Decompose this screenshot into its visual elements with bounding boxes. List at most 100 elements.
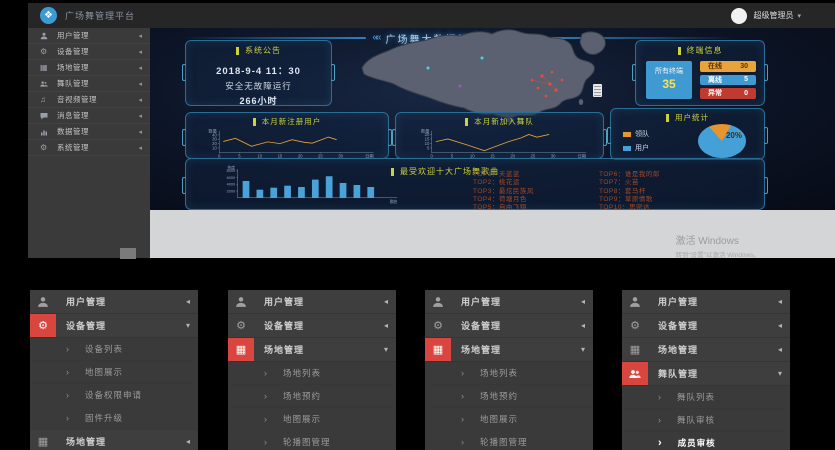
submenu-item-成员审核[interactable]: ›成员审核 — [622, 432, 790, 450]
terminal-stat-异常: 异常 0 — [700, 88, 756, 99]
menu-item-label: 用户管理 — [658, 295, 778, 308]
sidebar-item-1[interactable]: ⚙设备管理◂ — [28, 44, 150, 60]
scrollbar-thumb[interactable] — [120, 248, 136, 259]
submenu-arrow-icon: › — [461, 368, 464, 378]
submenu-item-地图展示[interactable]: ›地图展示 — [228, 408, 396, 431]
svg-text:热度: 热度 — [228, 165, 236, 170]
caret-left-icon: ◂ — [384, 321, 388, 330]
menu-item-用户管理[interactable]: 用户管理◂ — [622, 290, 790, 314]
submenu-arrow-icon: › — [461, 391, 464, 401]
all-terminals-value: 35 — [662, 77, 675, 92]
menu-item-用户管理[interactable]: 用户管理◂ — [30, 290, 198, 314]
submenu-item-label: 固件升级 — [85, 412, 123, 424]
sidebar-item-4[interactable]: ♫音视频管理◂ — [28, 92, 150, 108]
menu-item-设备管理[interactable]: ⚙设备管理▾ — [30, 314, 198, 338]
caret-left-icon: ◂ — [581, 297, 585, 306]
submenu-item-label: 轮播图管理 — [283, 436, 331, 448]
submenu-item-地图展示[interactable]: ›地图展示 — [30, 361, 198, 384]
terminal-stat-label: 异常 — [708, 88, 722, 98]
sidebar-item-label: 舞队管理 — [57, 78, 138, 89]
svg-text:10: 10 — [212, 145, 217, 150]
submenu-item-label: 舞队审核 — [677, 414, 715, 426]
user-menu[interactable]: 超级管理员 ▾ — [731, 8, 801, 24]
submenu-item-场地列表[interactable]: ›场地列表 — [228, 362, 396, 385]
menu-item-用户管理[interactable]: 用户管理◂ — [228, 290, 396, 314]
submenu-item-场地预约[interactable]: ›场地预约 — [425, 385, 593, 408]
user-stats-pie-chart — [698, 124, 746, 158]
menu-item-设备管理[interactable]: ⚙设备管理◂ — [425, 314, 593, 338]
team-icon — [622, 362, 648, 385]
caret-left-icon: ◂ — [384, 297, 388, 306]
menu-panel-3: 用户管理◂⚙设备管理◂▦场地管理▾›场地列表›场地预约›地图展示›轮播图管理 — [425, 290, 593, 450]
device-icon: ⚙ — [425, 314, 451, 337]
svg-text:6000: 6000 — [227, 176, 235, 180]
caret-down-icon: ▾ — [186, 321, 190, 330]
menu-item-场地管理[interactable]: ▦场地管理▾ — [425, 338, 593, 362]
activate-line2: 转到“设置”以激活 Windows。 — [675, 249, 760, 259]
svg-text:4000: 4000 — [227, 183, 235, 187]
svg-text:歌曲: 歌曲 — [390, 199, 398, 204]
sidebar-item-5[interactable]: 消息管理◂ — [28, 108, 150, 124]
screen: ❖ 广场舞管理平台 超级管理员 ▾ 用户管理◂⚙设备管理◂▦场地管理◂舞队管理◂… — [0, 0, 835, 450]
menu-item-舞队管理[interactable]: 舞队管理▾ — [622, 362, 790, 386]
submenu-item-场地预约[interactable]: ›场地预约 — [228, 385, 396, 408]
sidebar-item-0[interactable]: 用户管理◂ — [28, 28, 150, 44]
svg-text:10: 10 — [425, 141, 430, 146]
submenu-item-场地列表[interactable]: ›场地列表 — [425, 362, 593, 385]
caret-down-icon: ▾ — [778, 369, 782, 378]
menu-item-用户管理[interactable]: 用户管理◂ — [425, 290, 593, 314]
submenu-arrow-icon: › — [658, 437, 662, 449]
sidebar-item-2[interactable]: ▦场地管理◂ — [28, 60, 150, 76]
submenu-item-label: 舞队列表 — [677, 391, 715, 403]
top-songs-column-2: TOP6：谁是我的郎TOP7：火苗TOP8：套马杆TOP9：草原情歌TOP10：… — [599, 172, 660, 210]
terminal-stat-value: 0 — [744, 90, 748, 97]
submenu-item-设备权限申请[interactable]: ›设备权限申请 — [30, 384, 198, 407]
legend-item-用户: 用户 — [623, 143, 649, 153]
submenu-item-label: 地图展示 — [283, 413, 321, 425]
caret-left-icon: ◂ — [138, 144, 142, 152]
submenu-arrow-icon: › — [658, 392, 661, 402]
menu-item-场地管理[interactable]: ▦场地管理◂ — [622, 338, 790, 362]
sidebar-item-label: 设备管理 — [57, 46, 138, 57]
all-terminals-label: 所有终端 — [655, 68, 683, 77]
svg-text:20: 20 — [212, 141, 217, 146]
submenu-item-地图展示[interactable]: ›地图展示 — [425, 408, 593, 431]
sidebar-item-7[interactable]: ⚙系统管理◂ — [28, 140, 150, 156]
china-map — [332, 28, 632, 123]
sidebar-item-6[interactable]: 数据管理◂ — [28, 124, 150, 140]
announcement-datetime: 2018-9-4 11：30 — [186, 63, 331, 77]
menu-panel-4: 用户管理◂⚙设备管理◂▦场地管理◂舞队管理▾ › 舞队列表 › 舞队审核 ›成员审核 — [622, 290, 790, 450]
submenu-arrow-icon: › — [658, 415, 661, 425]
caret-left-icon: ◂ — [186, 297, 190, 306]
menu-panel-2: 用户管理◂⚙设备管理◂▦场地管理▾›场地列表›场地预约›地图展示 › 轮播图管理 — [228, 290, 396, 450]
terminal-stat-在线: 在线30 — [700, 61, 756, 72]
submenu-item-设备列表[interactable]: ›设备列表 — [30, 338, 198, 361]
submenu-item-轮播图管理[interactable]: › 轮播图管理 — [228, 431, 396, 450]
submenu-arrow-icon: › — [264, 437, 267, 447]
announcement-panel: 系统公告 2018-9-4 11：30 安全无故障运行 266小时 — [185, 40, 332, 106]
caret-left-icon: ◂ — [138, 48, 142, 56]
terminal-info-panel: 终端信息 所有终端 35 在线30离线5异常0 — [635, 40, 765, 106]
menu-item-场地管理[interactable]: ▦场地管理◂ — [30, 430, 198, 450]
submenu-item-固件升级[interactable]: ›固件升级 — [30, 407, 198, 430]
top-song-item: TOP9：草原情歌 — [599, 197, 660, 204]
legend-item-领队: 领队 — [623, 129, 649, 139]
menu-item-场地管理[interactable]: ▦场地管理▾ — [228, 338, 396, 362]
user-stats-title: 用户统计 — [611, 112, 764, 123]
sidebar-item-3[interactable]: 舞队管理◂ — [28, 76, 150, 92]
sidebar-item-label: 场地管理 — [57, 62, 138, 73]
menu-item-label: 场地管理 — [658, 343, 778, 356]
avatar[interactable] — [731, 8, 747, 24]
caret-left-icon: ◂ — [138, 128, 142, 136]
menu-item-label: 用户管理 — [66, 295, 186, 308]
submenu-item-舞队列表[interactable]: › 舞队列表 — [622, 386, 790, 409]
app-title: 广场舞管理平台 — [65, 9, 135, 22]
submenu-item-舞队审核[interactable]: › 舞队审核 — [622, 409, 790, 432]
svg-text:数量: 数量 — [208, 128, 217, 135]
svg-text:15: 15 — [425, 136, 430, 141]
menu-item-设备管理[interactable]: ⚙设备管理◂ — [228, 314, 396, 338]
announcement-title: 系统公告 — [186, 45, 331, 56]
user-icon — [425, 290, 451, 313]
menu-item-设备管理[interactable]: ⚙设备管理◂ — [622, 314, 790, 338]
submenu-item-轮播图管理[interactable]: ›轮播图管理 — [425, 431, 593, 450]
